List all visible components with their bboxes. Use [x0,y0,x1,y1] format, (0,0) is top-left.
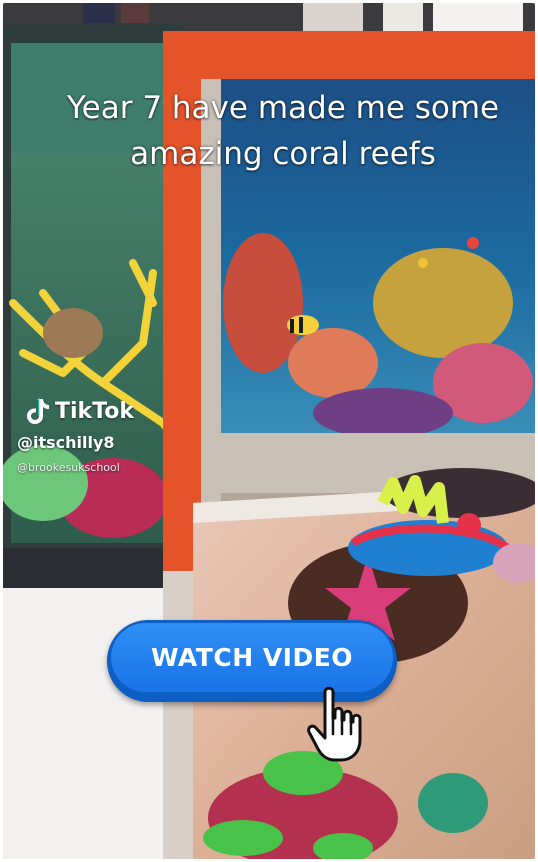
tiktok-handle: @itschilly8 [17,433,115,452]
pointer-hand-icon [307,686,362,762]
tiktok-handle-secondary: @brookesukschool [17,461,120,474]
watch-video-label: WATCH VIDEO [111,623,393,692]
tiktok-logo-icon [27,398,49,424]
tiktok-watermark: TikTok [25,397,134,425]
video-caption: Year 7 have made me some amazing coral r… [66,90,500,172]
video-thumbnail[interactable]: Year 7 have made me some amazing coral r… [3,3,535,859]
tiktok-logo-text: TikTok [55,398,135,424]
